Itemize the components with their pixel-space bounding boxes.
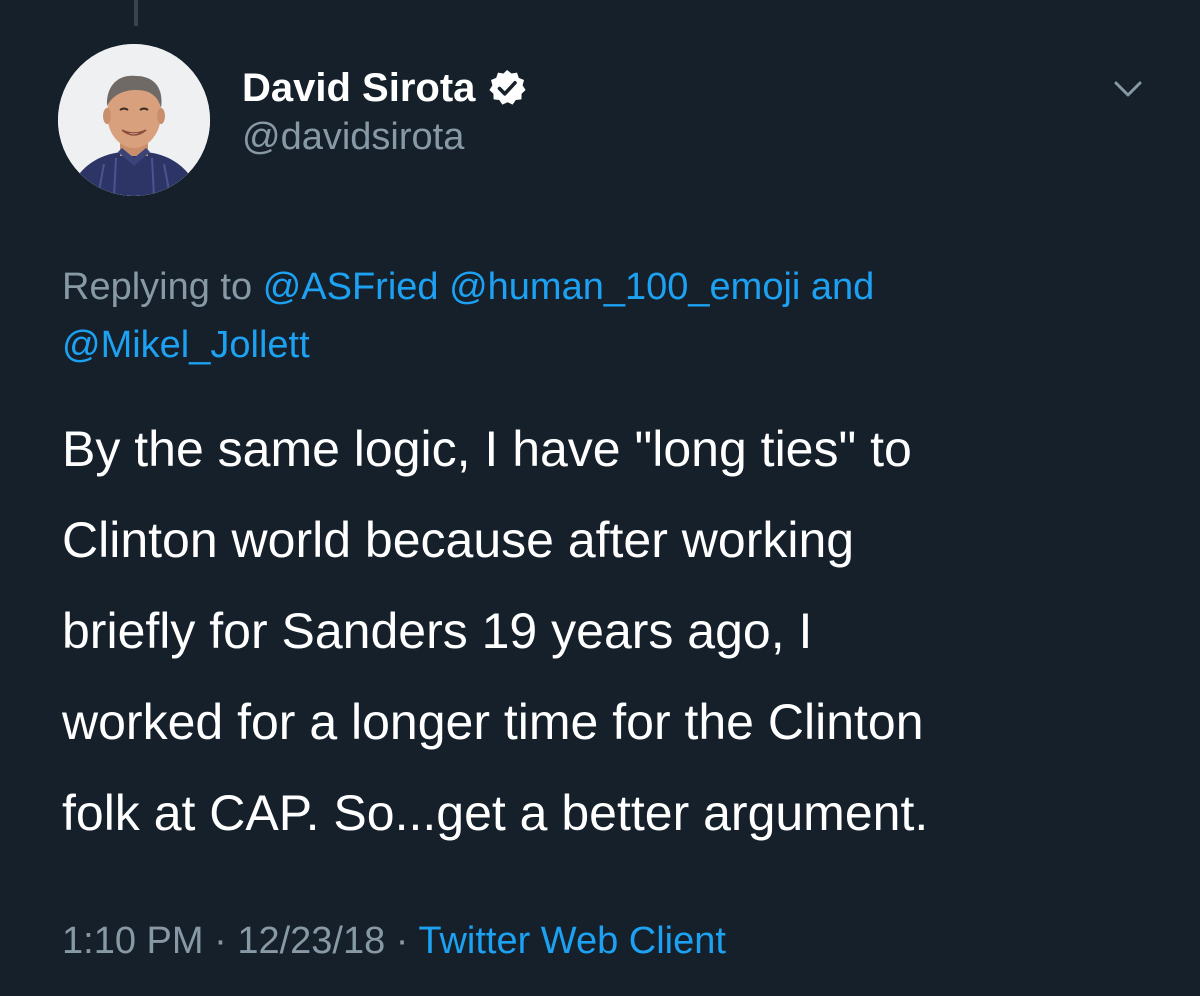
tweet-text: By the same logic, I have "long ties" to… — [62, 404, 1172, 859]
tweet-text-line: By the same logic, I have "long ties" to — [62, 421, 912, 477]
tweet-text-line: briefly for Sanders 19 years ago, I — [62, 603, 813, 659]
thread-connector-line — [134, 0, 138, 26]
mention-link[interactable]: @human_100_emoji — [449, 266, 800, 308]
replying-prefix: Replying to — [62, 266, 253, 308]
chevron-down-icon[interactable] — [1108, 74, 1148, 104]
tweet-text-line: folk at CAP. So...get a better argument. — [62, 785, 929, 841]
verified-badge-icon — [487, 68, 527, 108]
meta-separator: · — [214, 920, 227, 962]
tweet-date[interactable]: 12/23/18 — [237, 920, 385, 962]
author-display-name[interactable]: David Sirota — [242, 66, 475, 111]
author-name-row[interactable]: David Sirota — [242, 64, 527, 112]
mention-link[interactable]: @Mikel_Jollett — [62, 324, 310, 366]
tweet-text-line: worked for a longer time for the Clinton — [62, 694, 924, 750]
tweet-source-link[interactable]: Twitter Web Client — [418, 920, 726, 962]
tweet-metadata: 1:10 PM · 12/23/18 · Twitter Web Client — [62, 920, 726, 963]
tweet-text-line: Clinton world because after working — [62, 512, 855, 568]
replying-to: Replying to @ASFried @human_100_emoji an… — [62, 258, 1152, 374]
mention-link[interactable]: @ASFried — [263, 266, 439, 308]
mention-conjunction[interactable]: and — [811, 266, 874, 308]
tweet-time[interactable]: 1:10 PM — [62, 920, 204, 962]
author-handle[interactable]: @davidsirota — [242, 116, 464, 159]
avatar[interactable] — [58, 44, 210, 196]
meta-separator: · — [395, 920, 409, 962]
avatar-image — [58, 44, 210, 196]
